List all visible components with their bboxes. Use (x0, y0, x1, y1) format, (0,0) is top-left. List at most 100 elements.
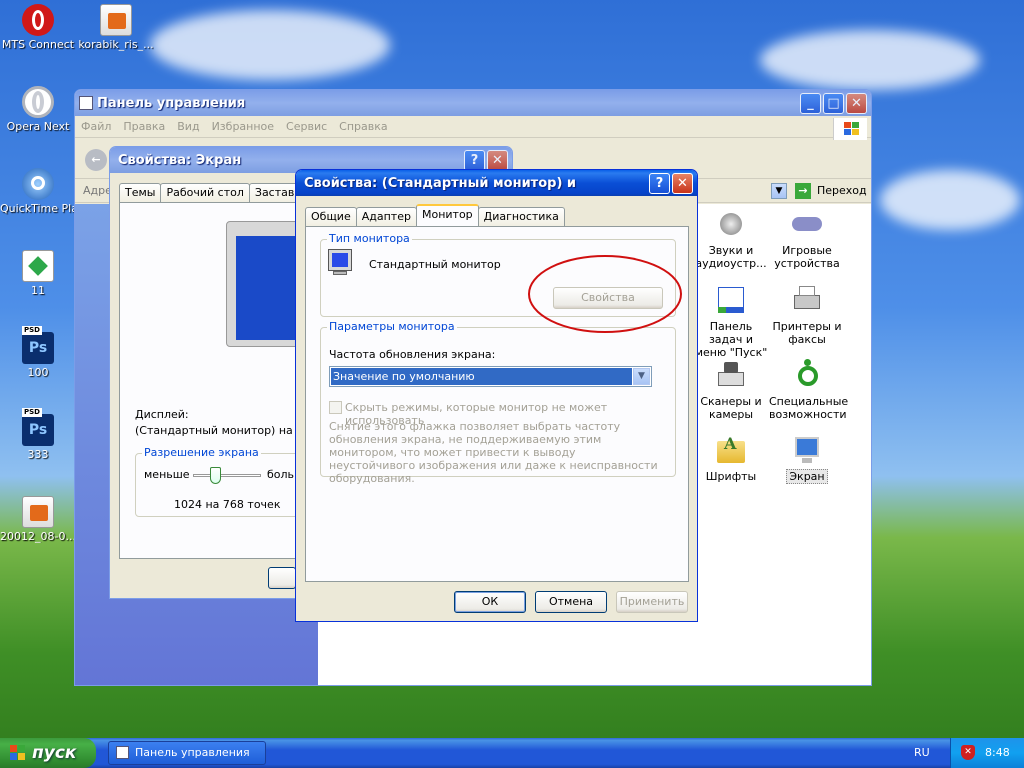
window-title: Панель управления (97, 95, 246, 111)
document-gem-icon (22, 250, 54, 282)
control-panel-icon (116, 746, 129, 759)
cloud (150, 10, 390, 80)
cp-item-fonts[interactable]: A Шрифты (693, 433, 769, 484)
menu-tools[interactable]: Сервис (286, 120, 327, 133)
hide-modes-checkbox[interactable] (329, 401, 342, 414)
display-value: (Стандартный монитор) на (135, 424, 293, 437)
fonts-folder-icon: A (714, 433, 748, 467)
cp-item-printers[interactable]: Принтеры и факсы (769, 283, 845, 346)
printer-icon (790, 283, 824, 317)
photoshop-file-icon: PSD Ps (22, 408, 54, 446)
opera-icon (22, 86, 54, 118)
desktop-icon-333[interactable]: PSD Ps 333 (0, 408, 76, 461)
control-panel-icon (79, 96, 93, 110)
taskbar-icon (714, 283, 748, 317)
window-title: Свойства: (Стандартный монитор) и (304, 175, 577, 191)
cloud (880, 170, 1020, 230)
resolution-slider-thumb[interactable] (210, 467, 222, 484)
start-button[interactable]: пуск (0, 738, 96, 768)
cancel-button[interactable]: Отмена (535, 591, 607, 613)
monitor-icon (328, 249, 352, 276)
display-label: Дисплей: (135, 408, 189, 421)
refresh-rate-select[interactable]: Значение по умолчанию ▼ (329, 366, 652, 387)
apply-button[interactable]: Применить (616, 591, 688, 613)
maximize-button[interactable]: □ (823, 92, 844, 114)
resolution-value: 1024 на 768 точек (174, 498, 281, 511)
cp-item-display[interactable]: Экран (769, 433, 845, 484)
menu-view[interactable]: Вид (177, 120, 199, 133)
taskbar-task-control-panel[interactable]: Панель управления (108, 741, 266, 765)
display-ok-button-partial[interactable] (268, 567, 296, 589)
ok-button[interactable]: ОК (454, 591, 526, 613)
desktop-icon-100[interactable]: PSD Ps 100 (0, 326, 76, 379)
cp-item-scanners[interactable]: Сканеры и камеры (693, 358, 769, 421)
resolution-slider-track[interactable] (193, 474, 261, 477)
less-label: меньше (144, 468, 190, 481)
refresh-rate-value: Значение по умолчанию (331, 368, 632, 385)
close-button[interactable]: ✕ (672, 172, 693, 194)
annotation-ellipse-stroke (528, 255, 682, 333)
tab-general[interactable]: Общие (305, 207, 357, 226)
mts-connect-icon (22, 4, 54, 36)
desktop-icon-quicktime[interactable]: QuickTime Player (0, 168, 76, 215)
menu-favorites[interactable]: Избранное (212, 120, 274, 133)
back-arrow-icon[interactable]: ← (85, 149, 107, 171)
menu-bar: Файл Правка Вид Избранное Сервис Справка (75, 116, 871, 140)
help-button[interactable]: ? (464, 149, 485, 171)
cp-item-game-controllers[interactable]: Игровые устройства (769, 207, 845, 270)
windows-flag-icon (10, 745, 26, 761)
monitor-preview (226, 221, 307, 347)
tab-diagnostics[interactable]: Диагностика (477, 207, 565, 226)
menu-help[interactable]: Справка (339, 120, 387, 133)
tab-desktop[interactable]: Рабочий стол (160, 183, 250, 202)
go-arrow-icon[interactable]: → (795, 183, 811, 199)
tab-themes[interactable]: Темы (119, 183, 162, 202)
help-button[interactable]: ? (649, 172, 670, 194)
monitor-name: Стандартный монитор (369, 258, 501, 271)
close-button[interactable]: ✕ (487, 149, 508, 171)
control-panel-titlebar[interactable]: Панель управления _ □ ✕ (75, 90, 871, 116)
tab-monitor[interactable]: Монитор (415, 204, 479, 226)
desktop-icon-korabik[interactable]: korabik_ris_... (78, 4, 154, 51)
image-file-icon (100, 4, 132, 36)
chevron-down-icon[interactable]: ▼ (633, 368, 650, 385)
tab-strip: Общие Адаптер Монитор Диагностика (305, 204, 565, 226)
gamepad-icon (790, 207, 824, 241)
security-shield-icon[interactable]: ✕ (961, 745, 975, 760)
annotation-ellipse (528, 255, 682, 333)
tab-adapter[interactable]: Адаптер (355, 207, 417, 226)
tab-strip: Темы Рабочий стол Заставка (119, 183, 314, 202)
menu-edit[interactable]: Правка (123, 120, 165, 133)
close-button[interactable]: ✕ (846, 92, 867, 114)
windows-logo-icon (833, 118, 867, 140)
refresh-rate-label: Частота обновления экрана: (329, 348, 496, 361)
monitor-properties-dialog: Свойства: (Стандартный монитор) и ? ✕ Об… (295, 169, 698, 622)
desktop-icon-opera-next[interactable]: Opera Next (0, 86, 76, 133)
cp-item-taskbar[interactable]: Панель задач и меню "Пуск" (693, 283, 769, 359)
clock: 8:48 (985, 746, 1010, 759)
monitor-dialog-titlebar[interactable]: Свойства: (Стандартный монитор) и ? ✕ (296, 170, 697, 196)
minimize-button[interactable]: _ (800, 92, 821, 114)
display-icon (790, 433, 824, 467)
speaker-icon (714, 207, 748, 241)
taskbar: пуск Панель управления RU ✕ 8:48 (0, 738, 1024, 768)
cloud (760, 30, 980, 90)
cp-item-accessibility[interactable]: Специальные возможности (769, 358, 848, 421)
address-label: Адре (83, 184, 112, 197)
quicktime-icon (22, 168, 54, 200)
warning-text: Снятие этого флажка позволяет выбрать ча… (329, 420, 658, 485)
language-indicator[interactable]: RU (914, 746, 930, 759)
go-button[interactable]: Переход (817, 184, 867, 197)
scanner-icon (714, 358, 748, 392)
desktop-icon-20012[interactable]: 20012_08-0... (0, 496, 76, 543)
system-tray: ✕ 8:48 (950, 738, 1024, 768)
desktop-icon-mts-connect[interactable]: MTS Connect (0, 4, 76, 51)
address-dropdown-chevron-icon[interactable]: ▼ (771, 183, 787, 199)
monitor-settings-group: Параметры монитора Частота обновления эк… (320, 320, 676, 485)
photoshop-file-icon: PSD Ps (22, 326, 54, 364)
window-title: Свойства: Экран (118, 152, 242, 168)
image-file-icon (22, 496, 54, 528)
desktop-icon-11[interactable]: 11 (0, 250, 76, 297)
menu-file[interactable]: Файл (81, 120, 111, 133)
cp-item-sounds[interactable]: Звуки и аудиоустр... (693, 207, 769, 270)
